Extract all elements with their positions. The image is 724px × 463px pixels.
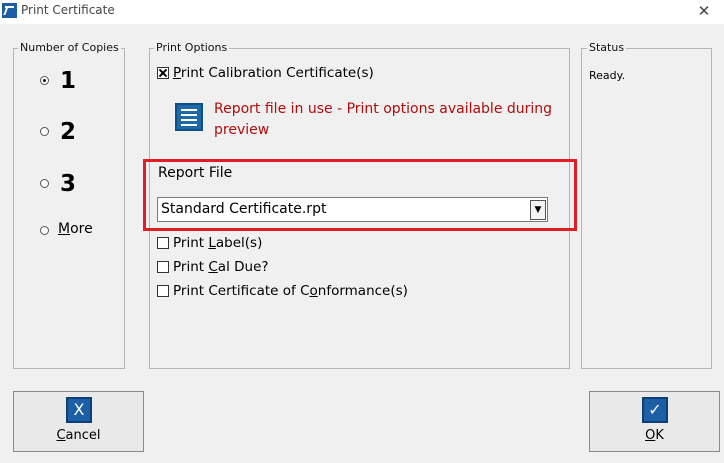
- dropdown-arrow-icon[interactable]: ▼: [530, 200, 546, 220]
- label-pre: Print: [173, 259, 209, 275]
- copies-1-radio[interactable]: [40, 76, 49, 85]
- print-conformance-label[interactable]: Print Certificate of Conformance(s): [173, 283, 408, 299]
- cancel-button[interactable]: X Cancel: [13, 391, 144, 452]
- label-rest: ore: [70, 221, 93, 237]
- close-icon[interactable]: ✕: [692, 2, 716, 22]
- app-logo-icon: [2, 3, 17, 18]
- cancel-x-icon: X: [66, 397, 92, 423]
- print-calibration-checkbox[interactable]: [157, 67, 169, 79]
- mnemonic: L: [208, 235, 216, 251]
- mnemonic: C: [208, 259, 218, 275]
- checkmark-icon: ✓: [642, 397, 668, 423]
- status-text: Ready.: [589, 69, 626, 82]
- label-rest: rint Calibration Certificate(s): [180, 65, 374, 81]
- label-rest: abel(s): [215, 235, 263, 251]
- mnemonic: O: [645, 428, 656, 443]
- icon-line: [181, 114, 197, 116]
- print-label-label[interactable]: Print Label(s): [173, 235, 262, 251]
- copies-more-radio[interactable]: [40, 226, 49, 235]
- label-pre: Print Certificate of C: [173, 283, 310, 299]
- copies-3-radio[interactable]: [40, 179, 49, 188]
- label-pre: Print: [173, 235, 209, 251]
- copies-2-label[interactable]: 2: [60, 119, 76, 145]
- label-rest: al Due?: [217, 259, 269, 275]
- window-title: Print Certificate: [21, 3, 115, 17]
- print-calibration-label[interactable]: Print Calibration Certificate(s): [173, 65, 374, 81]
- warning-line-1: Report file in use - Print options avail…: [214, 101, 553, 117]
- report-in-use-warning: Report file in use - Print options avail…: [214, 99, 552, 141]
- print-cal-due-label[interactable]: Print Cal Due?: [173, 259, 269, 275]
- copies-legend: Number of Copies: [18, 41, 121, 54]
- copies-3-label[interactable]: 3: [60, 171, 76, 197]
- warning-line-2: preview: [214, 122, 270, 138]
- mnemonic: P: [173, 65, 181, 81]
- label-rest: ancel: [65, 428, 101, 443]
- icon-line: [181, 124, 197, 126]
- print-conformance-checkbox[interactable]: [157, 285, 169, 297]
- mnemonic: C: [56, 428, 66, 443]
- ok-button[interactable]: ✓ OK: [589, 391, 720, 452]
- mnemonic: o: [309, 283, 318, 299]
- print-cal-due-checkbox[interactable]: [157, 261, 169, 273]
- status-group: [581, 48, 712, 369]
- cancel-button-label: Cancel: [14, 428, 143, 443]
- report-file-value: Standard Certificate.rpt: [161, 201, 327, 217]
- icon-line: [181, 109, 197, 111]
- label-rest: nformance(s): [317, 283, 408, 299]
- copies-group: [13, 48, 125, 369]
- label-rest: K: [655, 428, 664, 443]
- icon-line: [181, 119, 197, 121]
- copies-more-label[interactable]: More: [58, 221, 93, 237]
- print-label-checkbox[interactable]: [157, 237, 169, 249]
- report-document-icon: [175, 103, 203, 131]
- copies-1-label[interactable]: 1: [60, 68, 76, 94]
- copies-2-radio[interactable]: [40, 127, 49, 136]
- ok-button-label: OK: [590, 428, 719, 443]
- mnemonic: M: [58, 221, 71, 237]
- report-file-label: Report File: [158, 165, 233, 181]
- print-options-legend: Print Options: [154, 41, 230, 54]
- status-legend: Status: [587, 41, 627, 54]
- report-file-select[interactable]: Standard Certificate.rpt ▼: [157, 197, 548, 222]
